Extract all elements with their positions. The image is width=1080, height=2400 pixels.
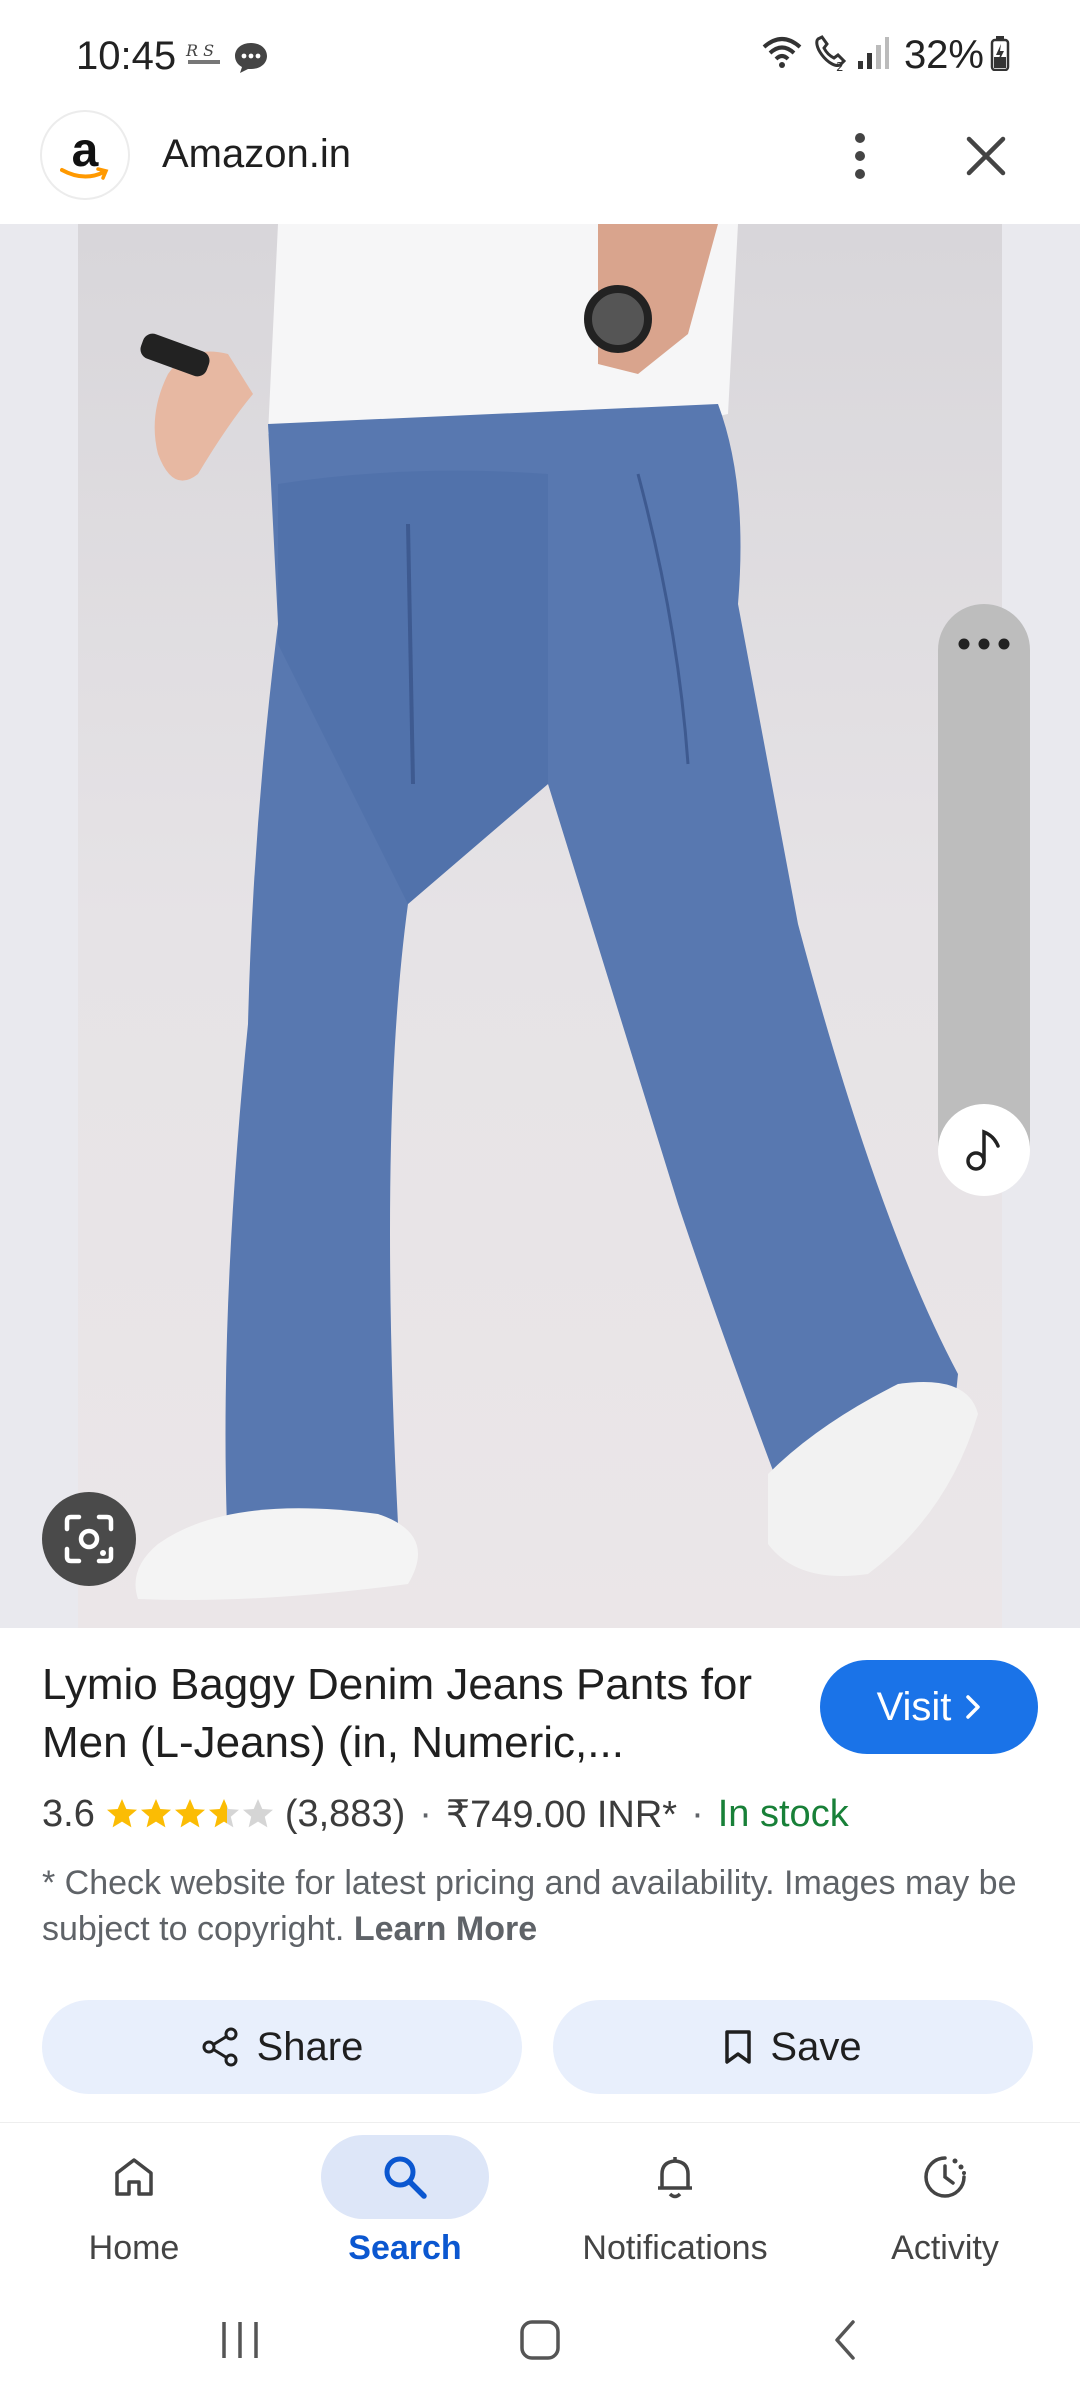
share-icon <box>202 2027 238 2067</box>
star-icon <box>106 1799 137 1828</box>
disclaimer: * Check website for latest pricing and a… <box>42 1860 1042 1952</box>
status-time: 10:45 <box>76 34 177 78</box>
star-icon <box>242 1799 273 1828</box>
status-indicators: 2 32% <box>760 30 1010 80</box>
wifi-icon <box>760 33 804 78</box>
home-icon <box>115 2158 153 2196</box>
battery-icon <box>990 35 1010 76</box>
visit-label: Visit <box>876 1684 952 1729</box>
site-name[interactable]: Amazon.in <box>162 132 351 177</box>
visit-button[interactable]: Visit <box>820 1660 1038 1754</box>
share-button[interactable]: Share <box>42 2000 522 2094</box>
battery-percent: 32% <box>903 32 984 77</box>
close-icon[interactable] <box>956 126 1016 186</box>
amazon-logo: a <box>42 112 128 198</box>
nav-search[interactable]: Search <box>305 2135 505 2275</box>
stock-status: In stock <box>717 1792 849 1835</box>
music-note-icon[interactable] <box>938 1104 1030 1196</box>
star-rating <box>105 1797 275 1831</box>
nav-label: Notifications <box>582 2229 768 2267</box>
browser-top-bar: a Amazon.in <box>0 110 1080 224</box>
price: ₹749.00 INR* <box>445 1793 678 1836</box>
more-vert-icon[interactable] <box>840 124 880 188</box>
separator: · <box>419 1792 432 1835</box>
product-image <box>78 224 1002 1628</box>
star-icon <box>140 1799 171 1828</box>
save-label: Save <box>770 2024 862 2069</box>
nav-label: Home <box>88 2229 180 2267</box>
star-icon <box>208 1799 239 1828</box>
nav-activity[interactable]: Activity <box>845 2135 1045 2275</box>
rating-value: 3.6 <box>42 1792 95 1835</box>
more-horiz-icon[interactable] <box>958 638 1010 650</box>
bookmark-icon <box>725 2030 752 2064</box>
back-icon[interactable] <box>805 2308 885 2372</box>
chevron-right-icon <box>966 1695 981 1719</box>
svg-text:2: 2 <box>836 60 844 73</box>
separator: · <box>691 1792 704 1835</box>
svg-text:R S: R S <box>185 41 214 60</box>
home-button-icon[interactable] <box>500 2308 580 2372</box>
signal-icon <box>856 35 890 76</box>
learn-more-link[interactable]: Learn More <box>354 1910 537 1948</box>
star-icon <box>174 1799 205 1828</box>
nav-label: Search <box>348 2229 462 2267</box>
volte-call-icon: 2 <box>810 33 850 78</box>
image-viewer[interactable] <box>0 224 1080 1628</box>
google-lens-icon[interactable] <box>42 1492 136 1586</box>
side-panel[interactable] <box>938 604 1030 1150</box>
product-title[interactable]: Lymio Baggy Denim Jeans Pants for Men (L… <box>42 1656 782 1772</box>
review-count: (3,883) <box>284 1792 406 1835</box>
message-icon <box>232 40 270 76</box>
nav-label: Activity <box>891 2229 999 2267</box>
activity-icon <box>924 2156 966 2198</box>
rating-row: 3.6 (3,883) · ₹749.00 INR* · In stock <box>42 1786 849 1842</box>
search-icon <box>384 2156 427 2199</box>
save-button[interactable]: Save <box>553 2000 1033 2094</box>
notification-badge-icon: R S <box>184 38 226 74</box>
status-bar: 10:45 R S 2 32% <box>0 0 1080 110</box>
share-label: Share <box>256 2024 364 2069</box>
bell-icon <box>658 2157 692 2199</box>
nav-home[interactable]: Home <box>34 2135 234 2275</box>
bottom-nav: Home Search Notifications Activity <box>0 2122 1080 2280</box>
system-nav-bar <box>0 2280 1080 2400</box>
nav-notifications[interactable]: Notifications <box>575 2135 775 2275</box>
recents-icon[interactable] <box>200 2308 280 2372</box>
